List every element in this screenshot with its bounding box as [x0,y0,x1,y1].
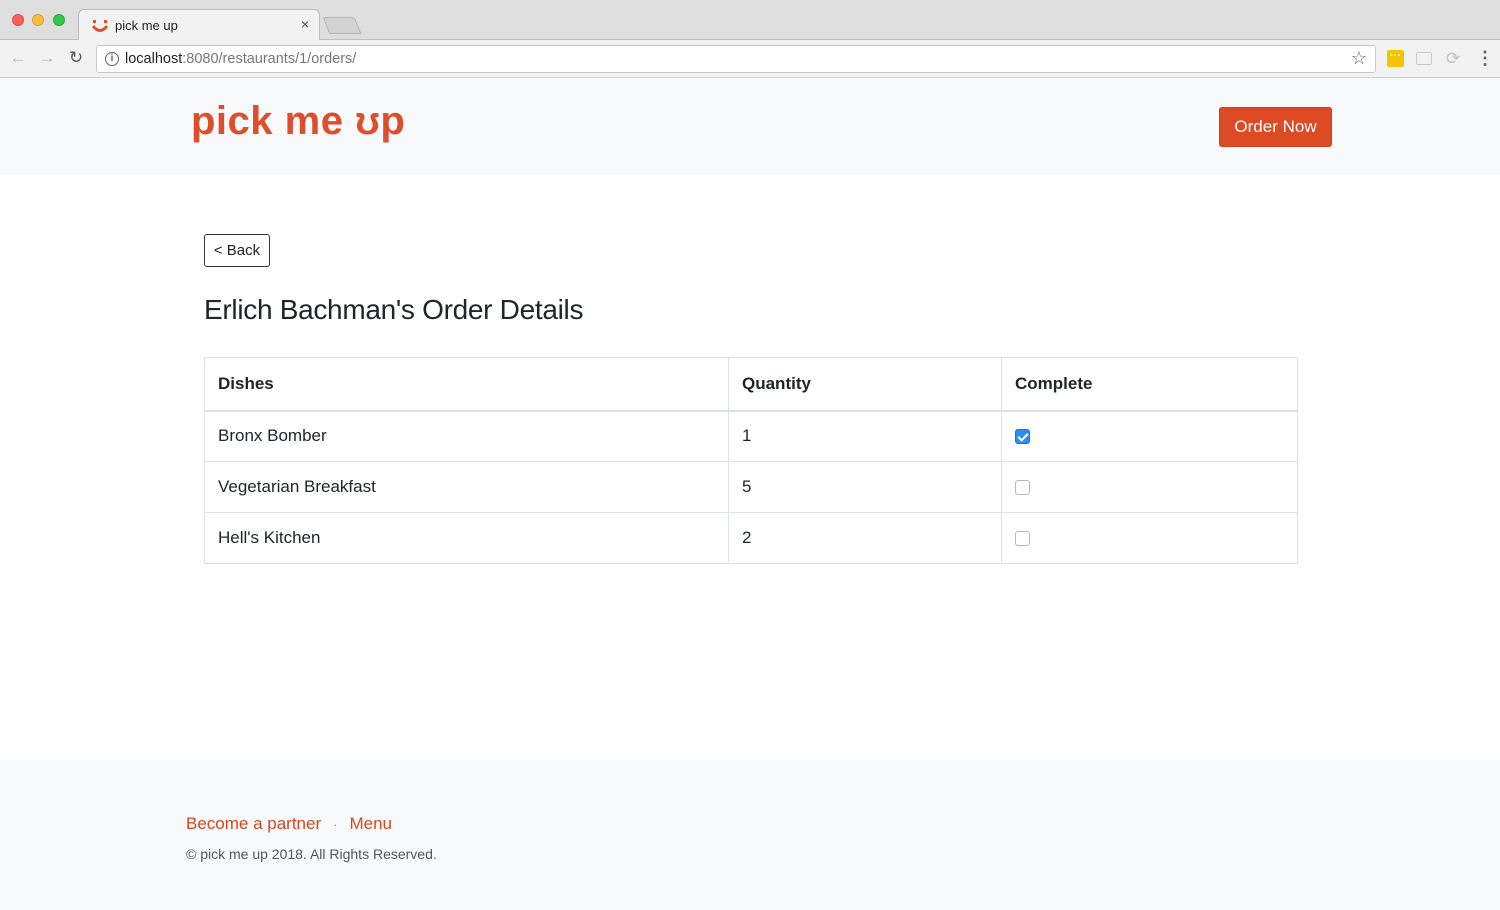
maximize-window-button[interactable] [53,14,65,26]
complete-checkbox[interactable] [1015,429,1030,445]
column-header-dishes: Dishes [204,357,729,412]
order-now-button[interactable]: Order Now [1219,107,1332,147]
arrow-left-icon[interactable]: ← [8,48,28,68]
quantity-cell: 5 [728,461,1002,513]
table-header-row: Dishes Quantity Complete [204,357,1298,412]
table-row: Vegetarian Breakfast 5 [204,461,1298,513]
tab-close-icon[interactable]: × [301,16,309,32]
table-row: Bronx Bomber 1 [204,410,1298,462]
menu-link[interactable]: Menu [349,814,392,833]
complete-checkbox[interactable] [1015,480,1030,496]
minimize-window-button[interactable] [32,14,44,26]
site-header: pick me ʊp Order Now [0,78,1500,175]
complete-cell [1001,410,1298,462]
reload-icon[interactable]: ↻ [66,48,86,68]
complete-cell [1001,461,1298,513]
extension-icon[interactable]: ··· [1387,50,1404,67]
back-button[interactable]: < Back [204,234,270,267]
tab-title: pick me up [115,18,178,33]
url-host: localhost [125,51,183,67]
site-footer: Become a partner · Menu © pick me up 2018.… [0,760,1500,910]
cast-icon[interactable] [1416,52,1432,65]
column-header-quantity: Quantity [728,357,1002,412]
browser-toolbar: ← → ↻ i localhost:8080/restaurants/1/ord… [0,40,1500,78]
browser-tab-bar: pick me up × [0,0,1500,41]
dish-cell: Vegetarian Breakfast [204,461,729,513]
info-icon[interactable]: i [105,52,119,66]
order-details-table: Dishes Quantity Complete Bronx Bomber 1 … [204,357,1298,564]
url-text: localhost:8080/restaurants/1/orders/ [125,51,356,67]
new-tab-button[interactable] [322,17,362,34]
dish-cell: Bronx Bomber [204,410,729,462]
favicon-icon [91,20,109,32]
column-header-complete: Complete [1001,357,1298,412]
address-bar[interactable]: i localhost:8080/restaurants/1/orders/ ☆ [96,45,1376,73]
become-partner-link[interactable]: Become a partner [186,814,321,833]
complete-cell [1001,512,1298,564]
sync-icon[interactable]: ⟳ [1446,49,1460,69]
url-path: :8080/restaurants/1/orders/ [182,51,357,67]
page-title: Erlich Bachman's Order Details [204,294,584,325]
copyright-text: © pick me up 2018. All Rights Reserved. [186,846,437,862]
dish-cell: Hell's Kitchen [204,512,729,564]
star-icon[interactable]: ☆ [1351,48,1367,69]
quantity-cell: 1 [728,410,1002,462]
site-logo[interactable]: pick me ʊp [191,99,405,144]
quantity-cell: 2 [728,512,1002,564]
table-row: Hell's Kitchen 2 [204,512,1298,564]
close-window-button[interactable] [12,14,24,26]
kebab-menu-icon[interactable]: ⋮ [1476,48,1494,68]
arrow-right-icon[interactable]: → [37,48,57,68]
footer-separator: · [333,817,338,832]
complete-checkbox[interactable] [1015,531,1030,547]
browser-tab[interactable]: pick me up × [78,9,320,41]
footer-links: Become a partner · Menu [186,814,392,834]
